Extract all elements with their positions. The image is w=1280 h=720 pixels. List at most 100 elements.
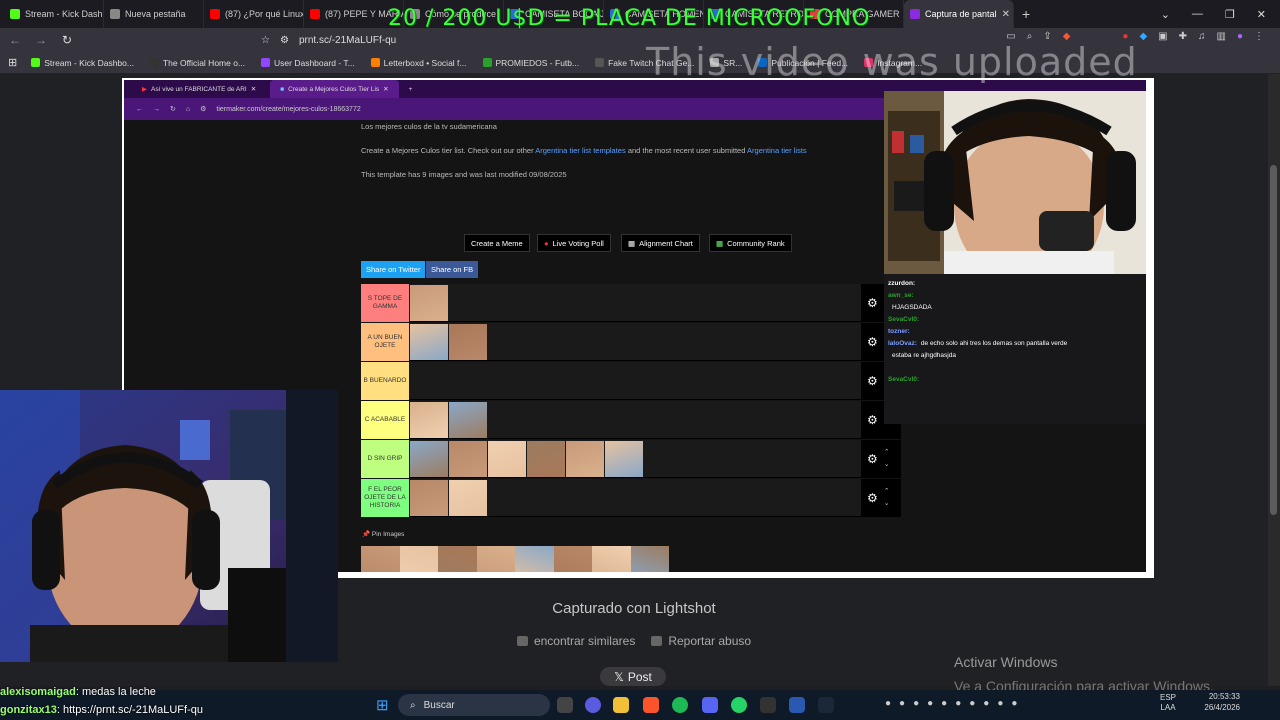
- minimize-button[interactable]: —: [1192, 8, 1203, 20]
- chat-message: zzurdon:: [888, 280, 916, 287]
- tab-favicon-icon: [110, 9, 120, 19]
- close-window-button[interactable]: ✕: [1257, 8, 1266, 21]
- system-tray-icons[interactable]: ●●●●●●●●●●: [885, 698, 1025, 709]
- tab-favicon-icon: [210, 9, 220, 19]
- reload-button[interactable]: ↻: [60, 33, 74, 47]
- tab-label: (87) ¿Por qué Linux AH: [225, 9, 304, 19]
- report-abuse-link[interactable]: Reportar abuso: [651, 634, 751, 648]
- url-text[interactable]: prnt.sc/-21MaLUFf-qu: [299, 35, 396, 46]
- unranked-image: [399, 546, 438, 572]
- bookmark-item[interactable]: The Official Home o...: [149, 58, 245, 68]
- create-meme-button: Create a Meme: [464, 234, 530, 252]
- new-tab-button[interactable]: +: [1014, 6, 1038, 22]
- browser-tab[interactable]: (87) ¿Por qué Linux AH: [204, 0, 304, 28]
- community-rank-button: ▦ Community Rank: [709, 234, 792, 252]
- find-similar-link[interactable]: encontrar similares: [516, 634, 635, 648]
- tier-image: [410, 480, 448, 516]
- link-argentina-tierlists: Argentina tier lists: [747, 146, 807, 155]
- search-icon: ⌕: [410, 699, 416, 711]
- forward-button[interactable]: →: [34, 33, 48, 47]
- tab-label: Stream - Kick Dashboa: [25, 9, 103, 19]
- bookmark-favicon-icon: [261, 58, 271, 67]
- bookmark-item[interactable]: Letterboxd • Social f...: [370, 58, 467, 68]
- link-argentina-templates: Argentina tier list templates: [535, 146, 626, 155]
- taskbar-search[interactable]: ⌕ Buscar: [398, 694, 550, 716]
- bookmark-item[interactable]: User Dashboard - T...: [261, 58, 355, 68]
- browser-tab[interactable]: Stream - Kick Dashboa: [4, 0, 104, 28]
- whatsapp-icon[interactable]: [731, 697, 747, 713]
- media-controls-icon[interactable]: ♫: [1198, 31, 1206, 42]
- tier-image: [449, 402, 487, 438]
- bookmark-item[interactable]: PROMIEDOS - Futb...: [482, 58, 579, 68]
- overlay-chat: alexisomaigad: medas la leche gonzitax13:…: [0, 684, 300, 720]
- unranked-image: [553, 546, 592, 572]
- bookmark-item[interactable]: Stream - Kick Dashbo...: [31, 58, 134, 68]
- close-tab-icon[interactable]: ✕: [1002, 9, 1010, 20]
- spotify-icon[interactable]: [672, 697, 688, 713]
- tier-label: B BUENARDO: [361, 362, 409, 400]
- omnibox[interactable]: ☆ ⚙ prnt.sc/-21MaLUFf-qu: [261, 35, 396, 46]
- tier-label: S TOPE DE GAMMA: [361, 284, 409, 322]
- browser-tab[interactable]: Nueva pestaña: [104, 0, 204, 28]
- chat-message: laloOvaz: de echo solo ahi tres los demas…: [888, 340, 1068, 347]
- scrollbar-thumb[interactable]: [1270, 165, 1277, 515]
- back-button[interactable]: ←: [8, 33, 22, 47]
- lightshot-caption: Capturado con Lightshot: [552, 600, 716, 617]
- tier-move-arrows-icon: ⌃ ⌄: [883, 449, 890, 468]
- profile-icon[interactable]: ●: [1237, 31, 1243, 42]
- tier-image: [410, 441, 448, 477]
- steam-icon[interactable]: [818, 697, 834, 713]
- tier-label: F EL PEOR OJETE DE LA HISTORIA: [361, 479, 409, 517]
- tab-label: Nueva pestaña: [125, 9, 186, 19]
- tier-image: [449, 324, 487, 360]
- language-indicator[interactable]: ESP LAA: [1160, 693, 1176, 713]
- tier-image: [566, 441, 604, 477]
- app-icon-c[interactable]: [789, 697, 805, 713]
- extension-icon-blue[interactable]: ◆: [1139, 31, 1147, 42]
- unranked-image: [438, 546, 477, 572]
- tab-favicon-icon: [310, 9, 320, 19]
- chat-message: HJAGSDADA: [892, 304, 932, 311]
- extensions-puzzle-icon[interactable]: ✚: [1179, 31, 1187, 42]
- tier-label: D SIN GRIP: [361, 440, 409, 478]
- overlay-chat-line: gonzitax13: https://prnt.sc/-21MaLUFf-qu: [0, 704, 203, 716]
- colored-grid-icon: ▦: [716, 238, 724, 248]
- tab-search-icon[interactable]: ⌄: [1161, 8, 1170, 21]
- menu-icon[interactable]: ⋮: [1254, 31, 1264, 42]
- bookmark-favicon-icon: [595, 58, 605, 67]
- sidebar-icon[interactable]: ▥: [1217, 31, 1226, 42]
- template-description: Create a Mejores Culos tier list. Check …: [361, 146, 807, 155]
- apps-grid-icon[interactable]: ⊞: [8, 56, 17, 69]
- stream-goal-overlay: 20 / 200 U$D = PLACA DE MICROOFONO: [388, 6, 871, 31]
- unranked-images-row: [361, 546, 669, 572]
- x-logo-icon: 𝕏: [614, 669, 624, 684]
- tier-image: [410, 324, 448, 360]
- extension-icon-gray[interactable]: ▣: [1158, 31, 1167, 42]
- inner-tab-active: ■ Create a Mejores Culos Tier Lis ✕: [270, 80, 399, 98]
- file-explorer-icon[interactable]: [613, 697, 629, 713]
- clock[interactable]: 20:53:33 26/4/2026: [1204, 691, 1240, 713]
- chat-message: estaba re ajhgdhasjda: [892, 352, 956, 359]
- start-button[interactable]: ⊞: [376, 696, 389, 714]
- unranked-image: [476, 546, 515, 572]
- discord-icon[interactable]: [702, 697, 718, 713]
- obs-icon[interactable]: [760, 697, 776, 713]
- unranked-image: [592, 546, 631, 572]
- site-info-icon[interactable]: ⚙: [280, 35, 289, 46]
- live-voting-poll-button: ● Live Voting Poll: [537, 234, 611, 252]
- taskview-icon[interactable]: [557, 697, 573, 713]
- tier-image: [410, 285, 448, 321]
- unranked-image: [361, 546, 400, 572]
- tab-favicon-icon: [10, 9, 20, 19]
- bookmark-favicon-icon: [149, 58, 159, 67]
- x-post-button[interactable]: 𝕏 Post: [600, 667, 666, 686]
- maximize-button[interactable]: ❐: [1225, 8, 1235, 21]
- app-icon-v[interactable]: [585, 697, 601, 713]
- stream-chat-overlay: zzurdon: awn_se: HJAGSDADA SevaCvl0: tozner:…: [884, 274, 1146, 424]
- bookmark-star-icon[interactable]: ☆: [261, 35, 270, 46]
- tier-label: C ACABABLE: [361, 401, 409, 439]
- template-meta: This template has 9 images and was last …: [361, 170, 567, 179]
- browser-tab[interactable]: Captura de pantal ✕: [904, 0, 1014, 28]
- brave-browser-icon[interactable]: [643, 697, 659, 713]
- chat-message: tozner:: [888, 328, 910, 335]
